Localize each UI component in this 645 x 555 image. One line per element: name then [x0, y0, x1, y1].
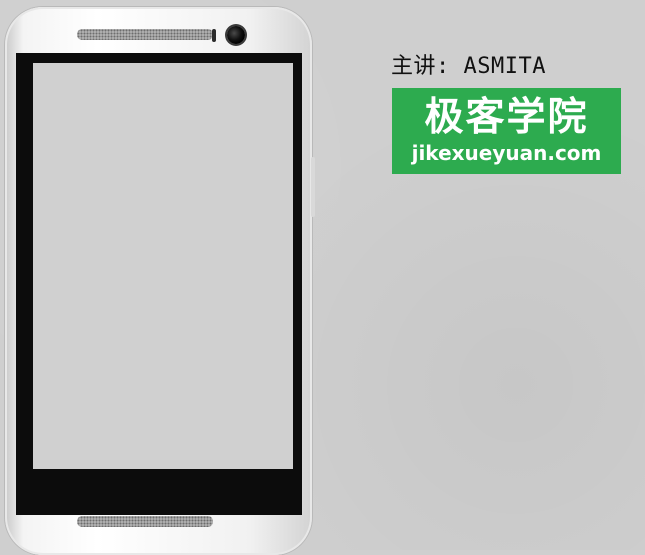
lecturer-label: 主讲: ASMITA	[391, 54, 546, 79]
phone-side-button	[311, 157, 315, 217]
phone-frame	[5, 7, 315, 555]
top-speaker-grille	[77, 29, 213, 40]
logo-chinese-text: 极客学院	[424, 95, 589, 140]
screen-bezel	[16, 53, 302, 515]
proximity-sensor	[212, 29, 216, 42]
logo-domain-text: jikexueyuan.com	[411, 141, 602, 165]
bottom-speaker-grille	[77, 516, 213, 527]
front-camera-icon	[227, 26, 245, 44]
phone-screen[interactable]	[33, 63, 293, 469]
jikexueyuan-logo: 极客学院 jikexueyuan.com	[392, 88, 621, 174]
